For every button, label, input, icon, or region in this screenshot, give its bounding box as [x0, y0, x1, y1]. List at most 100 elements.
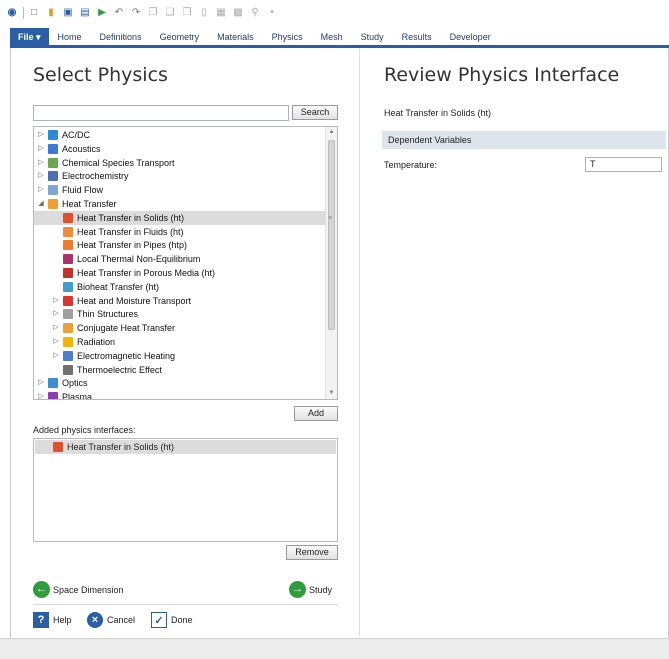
tree-item[interactable]: ▷ Conjugate Heat Transfer	[34, 321, 326, 335]
table-icon[interactable]: ▩	[232, 7, 244, 19]
search-input[interactable]	[33, 105, 289, 121]
scroll-up-icon[interactable]: ▲	[326, 127, 337, 138]
tree-item[interactable]: Thermoelectric Effect	[34, 363, 326, 377]
space-dimension-label: Space Dimension	[53, 584, 124, 595]
tree-item[interactable]: ▷ AC/DC	[34, 128, 326, 142]
heat-pipes-icon	[63, 240, 73, 251]
add-button[interactable]: Add	[294, 406, 338, 421]
tree-item-label: Thin Structures	[77, 309, 139, 320]
acoustics-icon	[48, 143, 58, 154]
study-label: Study	[309, 584, 333, 595]
added-interfaces-list[interactable]: Heat Transfer in Solids (ht)	[33, 438, 338, 542]
help-button[interactable]: ? Help	[33, 612, 72, 628]
expand-arrow-icon[interactable]: ▷	[52, 294, 60, 308]
expand-arrow-icon[interactable]: ▷	[37, 376, 45, 390]
tab-mesh[interactable]: Mesh	[312, 28, 352, 45]
tree-item[interactable]: ▷ Electromagnetic Heating	[34, 349, 326, 363]
arrow-right-icon: →	[289, 581, 306, 598]
tab-materials[interactable]: Materials	[208, 28, 263, 45]
expand-arrow-icon[interactable]: ▷	[37, 169, 45, 183]
remove-button[interactable]: Remove	[286, 545, 338, 560]
tab-file[interactable]: File ▾	[10, 28, 49, 45]
tree-item[interactable]: ▷ Fluid Flow	[34, 183, 326, 197]
acdc-icon	[48, 130, 58, 140]
tree-item[interactable]: ▷ Acoustics	[34, 142, 326, 156]
tab-definitions[interactable]: Definitions	[91, 28, 151, 45]
heat-moisture-icon	[63, 295, 73, 306]
search-button[interactable]: Search	[292, 105, 338, 120]
physics-tree[interactable]: ▲ ≡ ▼ ▷ AC/DC ▷ Acoustics ▷ Chemical Species …	[33, 126, 338, 400]
conjugate-heat-icon	[63, 323, 73, 334]
tree-scrollbar[interactable]: ▲ ≡ ▼	[325, 127, 337, 399]
delete-icon[interactable]: ▯	[198, 7, 210, 19]
cancel-button[interactable]: × Cancel	[87, 612, 135, 628]
grid-icon[interactable]: ▦	[215, 7, 227, 19]
tree-item[interactable]: ▷ Plasma	[34, 390, 326, 399]
tree-item[interactable]: ▷ Heat and Moisture Transport	[34, 294, 326, 308]
tree-item[interactable]: ▷ Optics	[34, 376, 326, 390]
expand-arrow-icon[interactable]: ▷	[37, 142, 45, 156]
expand-arrow-icon[interactable]: ▷	[52, 307, 60, 321]
save-as-icon[interactable]: ▤	[79, 7, 91, 19]
tree-item[interactable]: ◢ Heat Transfer	[34, 197, 326, 211]
tab-results[interactable]: Results	[393, 28, 441, 45]
tree-item-label: Local Thermal Non-Equilibrium	[77, 254, 201, 265]
added-interfaces-label: Added physics interfaces:	[33, 425, 136, 435]
dependent-variables-section[interactable]: Dependent Variables	[382, 131, 666, 149]
tree-item-label: Electromagnetic Heating	[77, 350, 176, 361]
tree-item[interactable]: ▷ Thin Structures	[34, 307, 326, 321]
temperature-label: Temperature:	[384, 160, 438, 170]
open-folder-icon[interactable]: ▮	[45, 7, 57, 19]
tree-item[interactable]: Heat Transfer in Solids (ht)	[34, 210, 326, 225]
tab-developer[interactable]: Developer	[441, 28, 500, 45]
expand-arrow-icon[interactable]: ▷	[37, 128, 45, 142]
tree-item[interactable]: Heat Transfer in Porous Media (ht)	[34, 266, 326, 280]
tree-item[interactable]: Heat Transfer in Fluids (ht)	[34, 225, 326, 239]
tree-item-label: Heat Transfer in Fluids (ht)	[77, 226, 184, 237]
duplicate-icon[interactable]: ❒	[181, 7, 193, 19]
list-item[interactable]: Heat Transfer in Solids (ht)	[35, 440, 336, 454]
tab-physics[interactable]: Physics	[263, 28, 312, 45]
redo-icon[interactable]: ↷	[130, 7, 142, 19]
save-icon[interactable]: ▣	[62, 7, 74, 19]
expand-arrow-icon[interactable]: ▷	[52, 349, 60, 363]
temperature-field[interactable]: T	[585, 157, 662, 172]
plasma-icon	[48, 392, 58, 399]
tree-item[interactable]: ▷ Electrochemistry	[34, 169, 326, 183]
help-icon: ?	[33, 612, 49, 628]
tree-item[interactable]: ▷ Radiation	[34, 335, 326, 349]
checkmark-icon: ✓	[151, 612, 167, 628]
tree-item-label: Radiation	[77, 337, 116, 347]
expand-arrow-icon[interactable]: ◢	[37, 197, 45, 211]
new-file-icon[interactable]: □	[28, 7, 40, 19]
tab-study[interactable]: Study	[352, 28, 393, 45]
status-bar	[0, 638, 669, 659]
done-button[interactable]: ✓ Done	[151, 612, 193, 628]
scroll-down-icon[interactable]: ▼	[326, 388, 337, 399]
tree-item[interactable]: Bioheat Transfer (ht)	[34, 280, 326, 294]
tree-item[interactable]: Local Thermal Non-Equilibrium	[34, 252, 326, 266]
study-button[interactable]: → Study	[289, 581, 332, 598]
paste-icon[interactable]: ❑	[164, 7, 176, 19]
space-dimension-button[interactable]: ← Space Dimension	[33, 581, 124, 598]
customize-dropdown-icon[interactable]: ▾	[266, 7, 278, 19]
expand-arrow-icon[interactable]: ▷	[37, 390, 45, 399]
tree-item[interactable]: Heat Transfer in Pipes (htp)	[34, 238, 326, 252]
tab-home[interactable]: Home	[49, 28, 91, 45]
heat-transfer-icon	[48, 199, 58, 209]
run-icon[interactable]: ▶	[96, 7, 108, 19]
expand-arrow-icon[interactable]: ▷	[37, 183, 45, 197]
scroll-thumb[interactable]	[328, 140, 335, 330]
copy-icon[interactable]: ❐	[147, 7, 159, 19]
undo-icon[interactable]: ↶	[113, 7, 125, 19]
radiation-icon	[63, 337, 73, 347]
expand-arrow-icon[interactable]: ▷	[37, 156, 45, 170]
tree-item-label: Electrochemistry	[62, 171, 129, 182]
tree-item[interactable]: ▷ Chemical Species Transport	[34, 156, 326, 170]
tab-geometry[interactable]: Geometry	[151, 28, 209, 45]
quick-access-toolbar: ◉ □ ▮ ▣ ▤ ▶ ↶ ↷ ❐ ❑ ❒ ▯ ▦ ▩ ⚲ ▾	[0, 0, 669, 26]
zoom-icon[interactable]: ⚲	[249, 7, 261, 19]
expand-arrow-icon[interactable]: ▷	[52, 321, 60, 335]
expand-arrow-icon[interactable]: ▷	[52, 335, 60, 349]
bioheat-icon	[63, 281, 73, 292]
